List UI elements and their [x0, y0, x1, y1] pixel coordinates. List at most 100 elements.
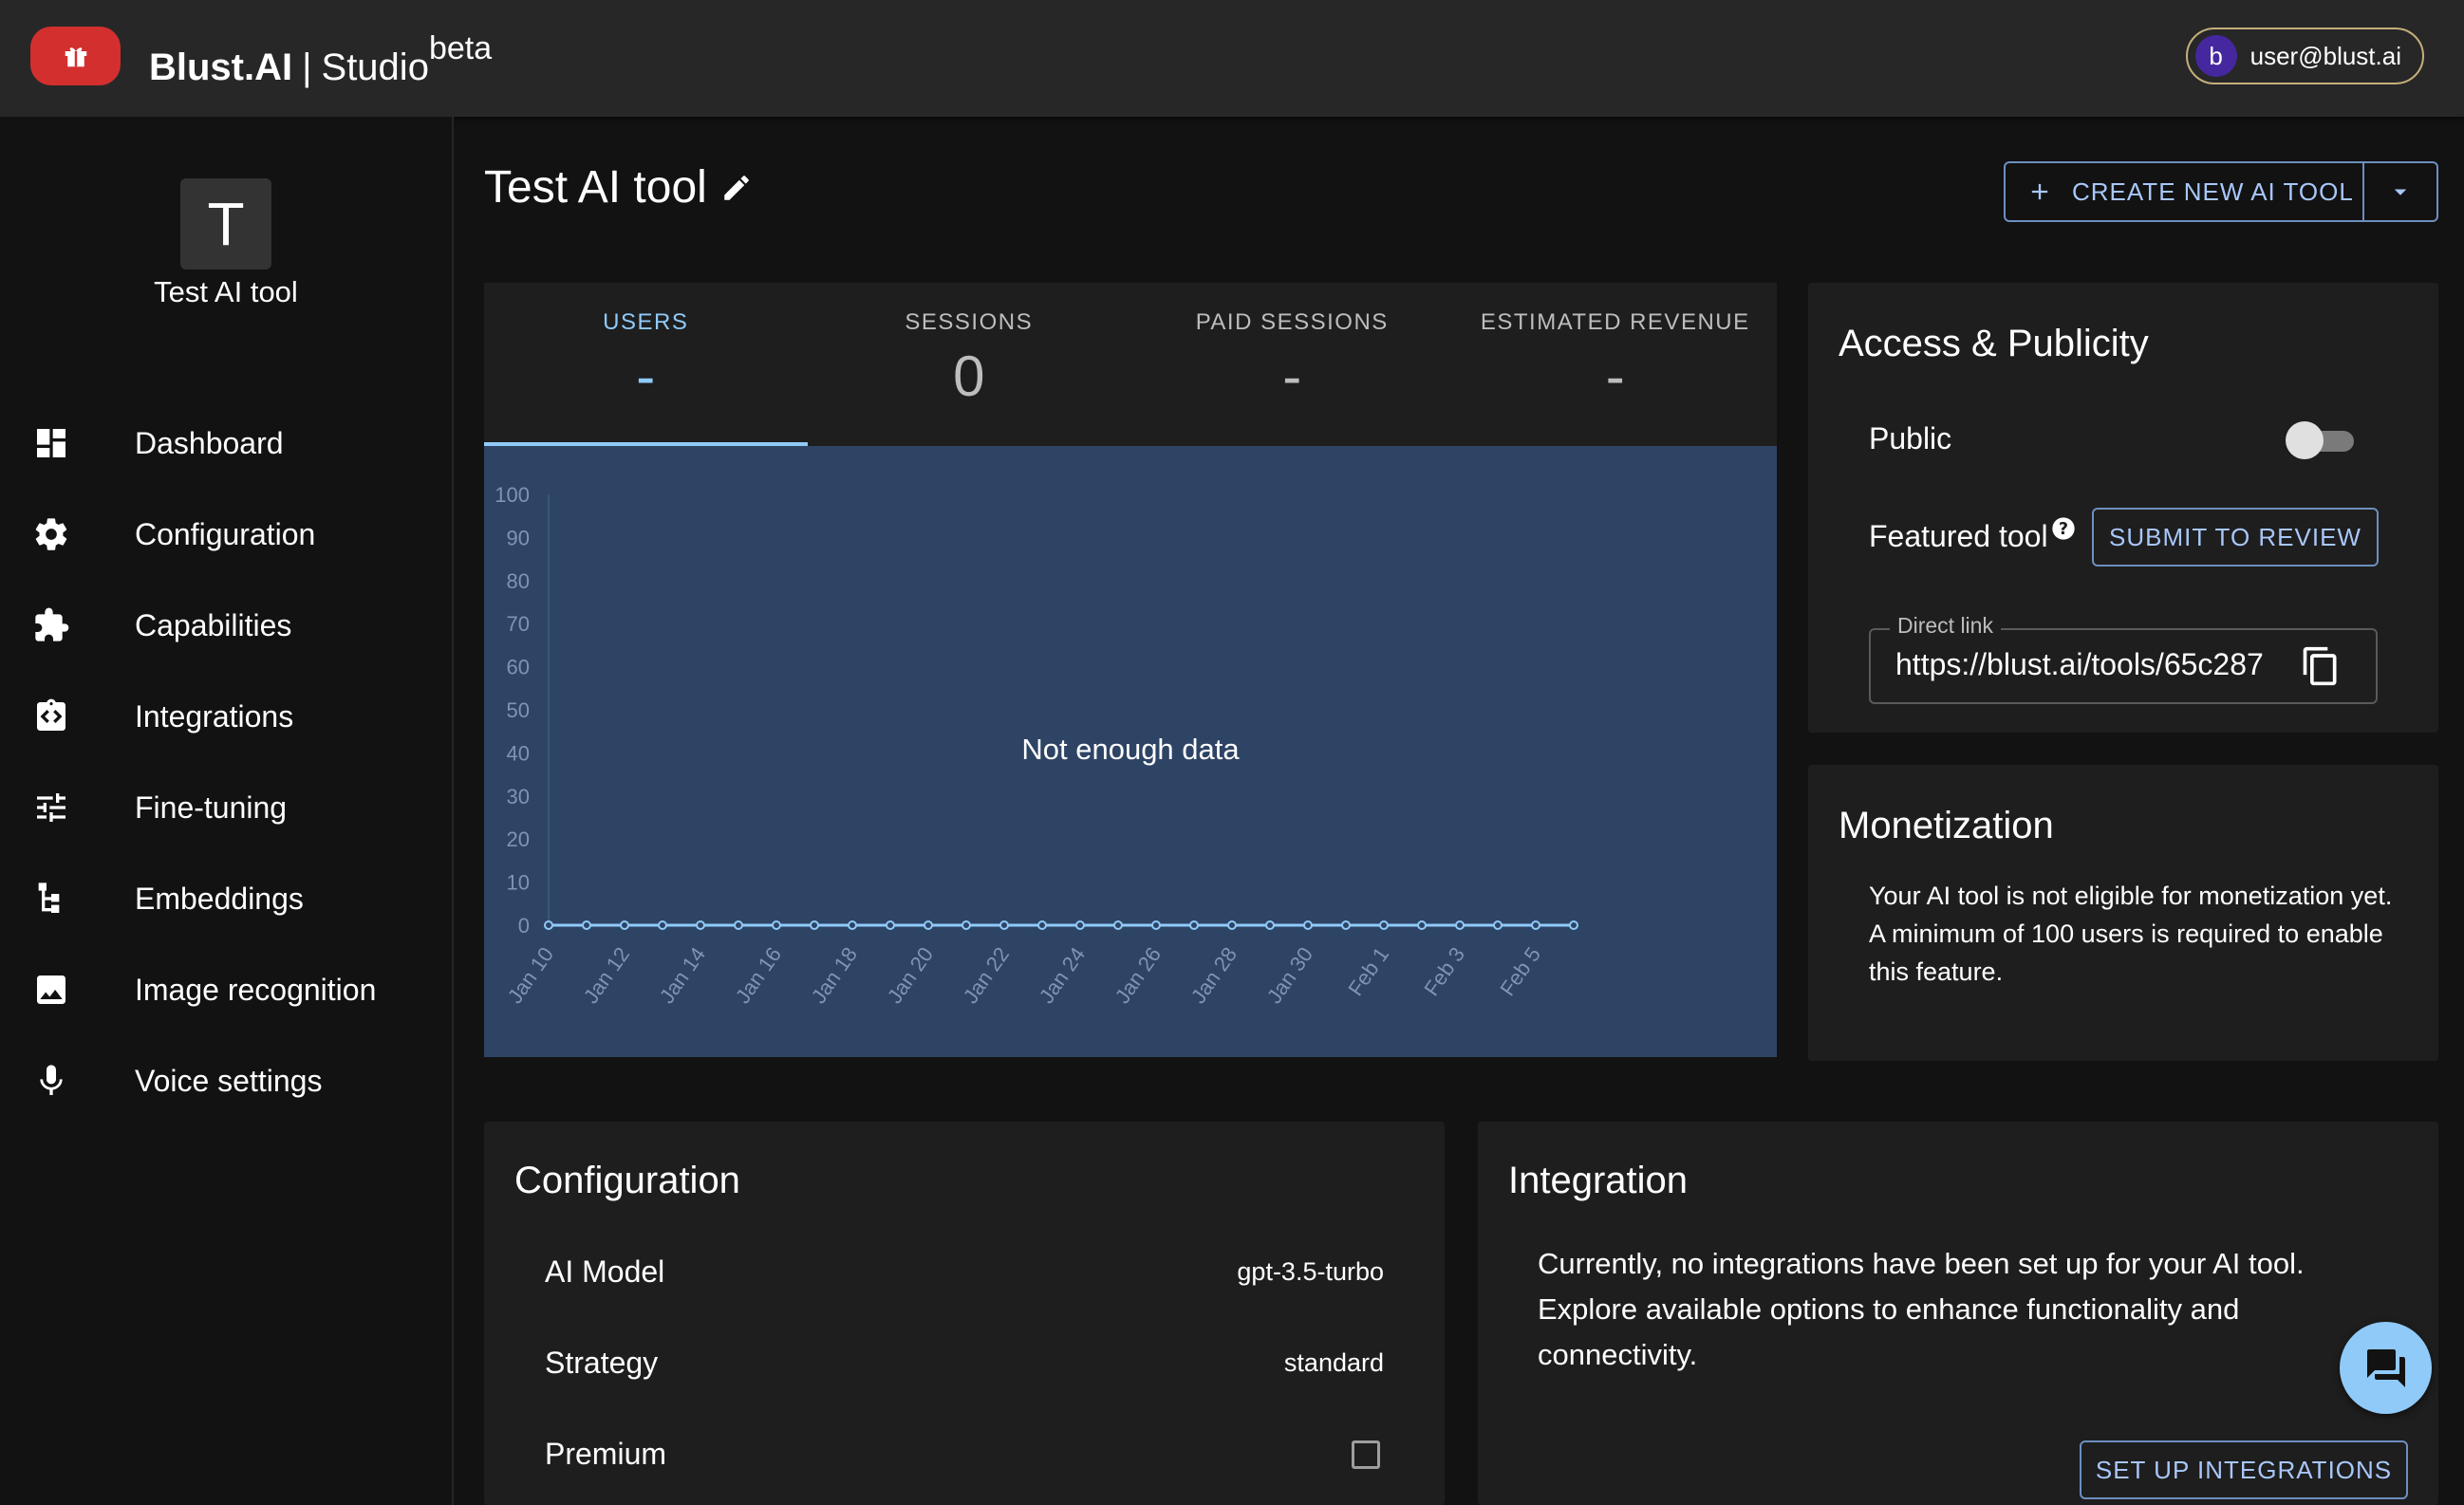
- image-icon: [32, 971, 70, 1009]
- tab-value: -: [1282, 344, 1302, 408]
- y-tick-label: 60: [507, 656, 530, 679]
- tab-sessions[interactable]: SESSIONS 0: [808, 283, 1131, 446]
- direct-link-field[interactable]: Direct link https://blust.ai/tools/65c28…: [1869, 613, 2378, 704]
- y-tick-label: 90: [507, 526, 530, 549]
- access-title: Access & Publicity: [1839, 323, 2149, 364]
- y-tick-label: 30: [507, 785, 530, 808]
- help-icon[interactable]: ?: [2050, 515, 2077, 542]
- user-email: user@blust.ai: [2249, 41, 2401, 70]
- logo-button[interactable]: [30, 27, 121, 85]
- avatar: b: [2194, 35, 2237, 77]
- tab-value: 0: [953, 344, 985, 408]
- submit-to-review-button[interactable]: SUBMIT TO REVIEW: [2092, 508, 2379, 567]
- tune-icon: [32, 789, 70, 827]
- x-tick-label: Feb 1: [1343, 943, 1393, 1000]
- config-label: Premium: [545, 1437, 667, 1471]
- set-up-integrations-button[interactable]: SET UP INTEGRATIONS: [2080, 1440, 2408, 1499]
- premium-checkbox[interactable]: [1352, 1440, 1380, 1469]
- tab-users[interactable]: USERS -: [484, 283, 808, 446]
- beta-badge: beta: [428, 30, 493, 66]
- tool-avatar: T: [180, 178, 271, 269]
- y-tick-label: 20: [507, 827, 530, 851]
- top-bar: Blust.AI | Studiobeta b user@blust.ai: [0, 0, 2464, 117]
- data-point: [1531, 920, 1540, 930]
- config-value: gpt-3.5-turbo: [1237, 1257, 1384, 1286]
- direct-link-label: Direct link: [1890, 613, 2001, 639]
- config-label: AI Model: [545, 1254, 665, 1289]
- data-point: [961, 920, 971, 930]
- brand-title: Blust.AI | Studiobeta: [149, 30, 492, 89]
- copy-icon: [2303, 646, 2337, 686]
- data-point: [620, 920, 629, 930]
- chat-fab-button[interactable]: [2340, 1322, 2432, 1414]
- create-tool-dropdown-button[interactable]: [2364, 163, 2436, 220]
- data-point: [1379, 920, 1389, 930]
- data-point: [772, 920, 781, 930]
- data-point: [1455, 920, 1465, 930]
- sidebar-item-fine-tuning[interactable]: Fine-tuning: [0, 762, 452, 853]
- tab-label: ESTIMATED REVENUE: [1480, 309, 1750, 335]
- x-tick-label: Jan 24: [1035, 943, 1090, 1008]
- sidebar-item-label: Integrations: [135, 698, 294, 734]
- tab-value: -: [636, 344, 656, 408]
- sidebar-item-label: Configuration: [135, 516, 316, 551]
- user-menu-button[interactable]: b user@blust.ai: [2185, 28, 2424, 84]
- copy-link-button[interactable]: [2300, 643, 2342, 694]
- brand-product: Studio: [321, 46, 429, 88]
- featured-tool-label: Featured tool: [1869, 519, 2048, 553]
- y-tick-label: 0: [518, 914, 530, 938]
- data-point: [582, 920, 591, 930]
- data-point: [1113, 920, 1123, 930]
- public-toggle[interactable]: [2286, 421, 2356, 459]
- y-tick-label: 40: [507, 741, 530, 765]
- gift-icon: [65, 47, 86, 67]
- data-point: [1493, 920, 1503, 930]
- sidebar-item-voice-settings[interactable]: Voice settings: [0, 1035, 452, 1126]
- create-new-tool-button[interactable]: CREATE NEW AI TOOL: [2006, 163, 2364, 220]
- sidebar-item-dashboard[interactable]: Dashboard: [0, 398, 452, 489]
- data-point: [848, 920, 857, 930]
- data-point: [1303, 920, 1313, 930]
- page-title-text: Test AI tool: [484, 162, 707, 213]
- microphone-icon: [32, 1062, 70, 1100]
- integration-text: Currently, no integrations have been set…: [1538, 1247, 2305, 1371]
- x-tick-label: Jan 12: [579, 943, 634, 1008]
- edit-title-button[interactable]: [720, 172, 753, 204]
- data-point: [734, 920, 743, 930]
- set-up-integrations-label: SET UP INTEGRATIONS: [2095, 1455, 2393, 1484]
- sidebar-nav: Dashboard Configuration Capabilities Int…: [0, 398, 452, 1126]
- create-new-tool-label: CREATE NEW AI TOOL: [2072, 177, 2354, 206]
- monetization-text: Your AI tool is not eligible for monetiz…: [1869, 882, 2393, 986]
- page-title: Test AI tool: [484, 161, 753, 214]
- config-label: Strategy: [545, 1346, 659, 1380]
- sidebar: T Test AI tool Dashboard Configuration C…: [0, 117, 454, 1505]
- tab-paid-sessions[interactable]: PAID SESSIONS -: [1130, 283, 1454, 446]
- data-point: [1227, 920, 1237, 930]
- toggle-knob: [2286, 421, 2324, 459]
- brand-separator: |: [302, 46, 312, 88]
- plus-icon: [2031, 183, 2048, 200]
- data-point: [999, 920, 1009, 930]
- configuration-card: Configuration AI Model gpt-3.5-turbo Str…: [484, 1122, 1445, 1505]
- sidebar-item-label: Capabilities: [135, 607, 292, 642]
- data-point: [1417, 920, 1427, 930]
- sidebar-item-image-recognition[interactable]: Image recognition: [0, 944, 452, 1035]
- monetization-title: Monetization: [1839, 805, 2054, 846]
- tab-label: USERS: [603, 309, 689, 335]
- x-tick-label: Jan 22: [959, 943, 1014, 1008]
- x-tick-label: Feb 3: [1419, 943, 1469, 1000]
- data-point: [1189, 920, 1199, 930]
- submit-to-review-label: SUBMIT TO REVIEW: [2109, 522, 2361, 551]
- sidebar-item-integrations[interactable]: Integrations: [0, 671, 452, 762]
- sidebar-item-capabilities[interactable]: Capabilities: [0, 580, 452, 671]
- public-label: Public: [1869, 421, 1952, 455]
- sidebar-item-label: Voice settings: [135, 1063, 323, 1098]
- x-tick-label: Jan 16: [731, 943, 786, 1008]
- sidebar-item-label: Fine-tuning: [135, 790, 288, 825]
- tab-estimated-revenue[interactable]: ESTIMATED REVENUE -: [1454, 283, 1778, 446]
- sidebar-item-configuration[interactable]: Configuration: [0, 489, 452, 580]
- data-point: [658, 920, 667, 930]
- sidebar-item-embeddings[interactable]: Embeddings: [0, 853, 452, 944]
- stats-tabs: USERS - SESSIONS 0 PAID SESSIONS - ESTIM…: [484, 283, 1777, 446]
- config-row-strategy: Strategy standard: [545, 1346, 1384, 1381]
